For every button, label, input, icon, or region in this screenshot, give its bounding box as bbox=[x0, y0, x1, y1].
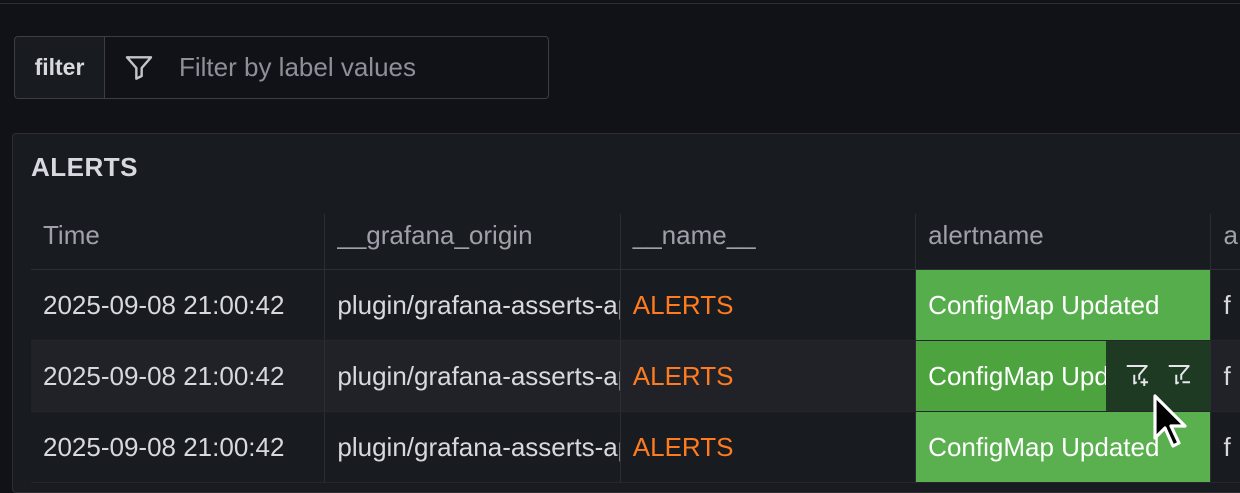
panel-title: ALERTS bbox=[31, 152, 138, 182]
filter-icon bbox=[123, 51, 157, 85]
column-header-grafana-origin[interactable]: __grafana_origin bbox=[325, 214, 621, 269]
table-header-row: Time __grafana_origin __name__ alertname… bbox=[31, 214, 1240, 270]
table-row[interactable]: 2025-09-08 21:00:42 plugin/grafana-asser… bbox=[31, 412, 1240, 483]
alerts-table: Time __grafana_origin __name__ alertname… bbox=[31, 214, 1240, 483]
column-header-name[interactable]: __name__ bbox=[621, 214, 917, 269]
cell-name-text: ALERTS bbox=[632, 360, 734, 391]
cell-time: 2025-09-08 21:00:42 bbox=[31, 270, 326, 340]
cell-next: f bbox=[1223, 289, 1231, 320]
top-divider bbox=[0, 0, 1240, 4]
cell-name: ALERTS bbox=[621, 412, 917, 482]
filter-plus-icon[interactable] bbox=[1122, 360, 1154, 392]
cell-grafana-origin: plugin/grafana-asserts-app bbox=[325, 412, 621, 482]
column-header-next[interactable]: a bbox=[1211, 214, 1240, 269]
filter-input-wrapper[interactable] bbox=[104, 36, 549, 99]
table-row[interactable]: 2025-09-08 21:00:42 plugin/grafana-asser… bbox=[31, 270, 1240, 341]
cell-time: 2025-09-08 21:00:42 bbox=[31, 412, 326, 482]
filter-label: filter bbox=[14, 36, 104, 99]
cell-name: ALERTS bbox=[621, 341, 917, 411]
alertname-badge: ConfigMap Updated bbox=[916, 270, 1211, 340]
column-header-alertname[interactable]: alertname bbox=[916, 214, 1212, 269]
filter-minus-icon[interactable] bbox=[1164, 360, 1196, 392]
cell-next: f bbox=[1223, 431, 1231, 462]
cell-next: f bbox=[1223, 360, 1231, 391]
mouse-pointer-icon bbox=[1153, 394, 1193, 452]
cell-name-text: ALERTS bbox=[632, 431, 734, 462]
alerts-panel: ALERTS Time __grafana_origin __name__ al… bbox=[12, 133, 1240, 493]
cell-alertname[interactable]: ConfigMap Updated bbox=[916, 270, 1212, 340]
filter-input[interactable] bbox=[177, 51, 531, 84]
cell-name-text: ALERTS bbox=[632, 289, 734, 320]
table-row[interactable]: 2025-09-08 21:00:42 plugin/grafana-asser… bbox=[31, 341, 1240, 412]
cell-grafana-origin: plugin/grafana-asserts-app bbox=[325, 270, 621, 340]
column-header-time[interactable]: Time bbox=[31, 214, 326, 269]
cell-time: 2025-09-08 21:00:42 bbox=[31, 341, 326, 411]
label-filter-bar: filter bbox=[14, 36, 549, 99]
cell-grafana-origin: plugin/grafana-asserts-app bbox=[325, 341, 621, 411]
cell-name: ALERTS bbox=[621, 270, 917, 340]
